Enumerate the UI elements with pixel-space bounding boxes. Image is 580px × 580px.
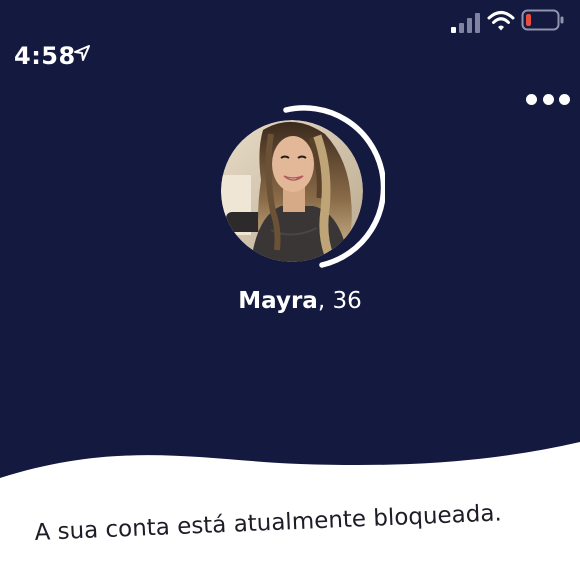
signal-icon: [451, 13, 480, 33]
more-options-button[interactable]: [526, 88, 570, 110]
profile-age: 36: [332, 288, 362, 314]
wifi-icon: [487, 11, 515, 31]
more-dot: [559, 93, 570, 105]
profile-avatar[interactable]: [221, 120, 363, 262]
profile-name-age: Mayra, 36: [0, 288, 580, 314]
app-screen: 4:58 Mayra, 36 A sua conta está atualmen…: [0, 0, 580, 580]
more-dot: [526, 93, 537, 105]
location-arrow-icon: [74, 45, 90, 61]
status-bar: 4:58: [0, 0, 580, 80]
profile-name: Mayra: [238, 288, 318, 314]
more-dot: [542, 93, 554, 105]
battery-icon: [521, 9, 564, 31]
status-time: 4:58: [14, 42, 76, 70]
name-age-separator: ,: [317, 288, 333, 314]
